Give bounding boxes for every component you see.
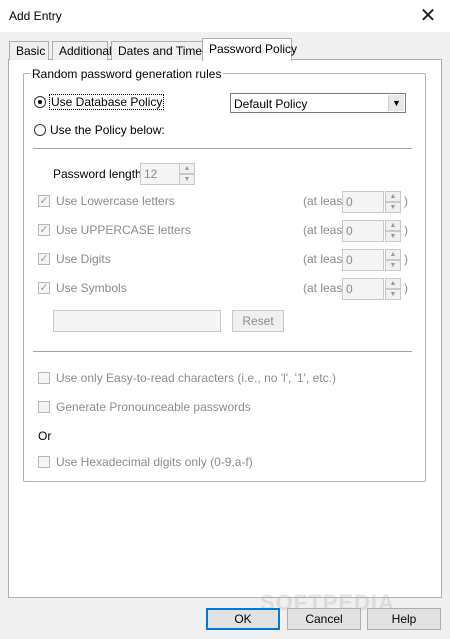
symbols-min-input[interactable]: 0 xyxy=(342,278,384,300)
password-length-value: 12 xyxy=(144,167,158,181)
use-policy-below-radio[interactable] xyxy=(34,124,46,136)
lowercase-min-spinner[interactable]: ▲ ▼ xyxy=(385,191,401,213)
digits-checkbox[interactable]: ✓ xyxy=(38,253,50,265)
help-button[interactable]: Help xyxy=(367,608,441,630)
close-paren: ) xyxy=(404,223,408,237)
close-paren: ) xyxy=(404,281,408,295)
separator xyxy=(33,148,412,150)
tab-password-policy[interactable]: Password Policy xyxy=(202,38,297,61)
uppercase-min-input[interactable]: 0 xyxy=(342,220,384,242)
password-length-spinner[interactable]: ▲ ▼ xyxy=(179,163,195,185)
close-paren: ) xyxy=(404,252,408,266)
lowercase-min-input[interactable]: 0 xyxy=(342,191,384,213)
or-label: Or xyxy=(38,429,52,443)
tab-label: Basic xyxy=(16,44,46,58)
tab-dates-and-times[interactable]: Dates and Times xyxy=(111,41,208,60)
use-policy-below-label[interactable]: Use the Policy below: xyxy=(50,123,165,137)
spin-up-icon[interactable]: ▲ xyxy=(179,163,195,174)
tab-additional[interactable]: Additional xyxy=(52,41,112,60)
policy-select-value: Default Policy xyxy=(234,97,308,111)
ok-button[interactable]: OK xyxy=(206,608,280,630)
password-length-input[interactable]: 12 xyxy=(140,163,180,185)
use-db-policy-text: Use Database Policy xyxy=(48,94,165,110)
tab-label: Dates and Times xyxy=(118,44,209,58)
separator xyxy=(33,351,412,353)
close-icon[interactable]: ✕ xyxy=(416,3,440,28)
hex-only-label: Use Hexadecimal digits only (0-9,a-f) xyxy=(56,455,253,469)
at-least-label: (at least xyxy=(303,281,346,295)
digits-min-value: 0 xyxy=(346,253,353,267)
tab-label: Additional xyxy=(59,44,112,58)
pronounceable-checkbox[interactable] xyxy=(38,401,50,413)
title-bar: Add Entry ✕ xyxy=(0,0,450,32)
hex-only-checkbox[interactable] xyxy=(38,456,50,468)
pronounceable-label: Generate Pronounceable passwords xyxy=(56,400,251,414)
policy-select[interactable]: Default Policy ▼ xyxy=(230,93,406,113)
tab-label: Password Policy xyxy=(209,42,298,56)
symbols-checkbox[interactable]: ✓ xyxy=(38,282,50,294)
symbols-min-spinner[interactable]: ▲ ▼ xyxy=(385,278,401,300)
digits-min-spinner[interactable]: ▲ ▼ xyxy=(385,249,401,271)
spin-down-icon[interactable]: ▼ xyxy=(385,289,401,300)
use-db-policy-label[interactable]: Use Database Policy xyxy=(48,94,165,110)
uppercase-checkbox[interactable]: ✓ xyxy=(38,224,50,236)
uppercase-label: Use UPPERCASE letters xyxy=(56,223,191,237)
at-least-label: (at least xyxy=(303,252,346,266)
spin-up-icon[interactable]: ▲ xyxy=(385,220,401,231)
lowercase-label: Use Lowercase letters xyxy=(56,194,175,208)
spin-up-icon[interactable]: ▲ xyxy=(385,278,401,289)
at-least-label: (at least xyxy=(303,194,346,208)
close-paren: ) xyxy=(404,194,408,208)
group-label: Random password generation rules xyxy=(30,67,224,81)
window-title: Add Entry xyxy=(9,9,62,23)
digits-min-input[interactable]: 0 xyxy=(342,249,384,271)
reset-button[interactable]: Reset xyxy=(232,310,284,332)
symbols-min-value: 0 xyxy=(346,282,353,296)
tab-basic[interactable]: Basic xyxy=(9,41,49,60)
symbols-input[interactable] xyxy=(53,310,221,332)
cancel-button[interactable]: Cancel xyxy=(287,608,361,630)
easy-to-read-checkbox[interactable] xyxy=(38,372,50,384)
digits-label: Use Digits xyxy=(56,252,111,266)
spin-down-icon[interactable]: ▼ xyxy=(385,231,401,242)
spin-down-icon[interactable]: ▼ xyxy=(179,174,195,185)
spin-down-icon[interactable]: ▼ xyxy=(385,202,401,213)
easy-to-read-label: Use only Easy-to-read characters (i.e., … xyxy=(56,371,336,385)
password-length-label: Password length: xyxy=(53,167,146,181)
use-db-policy-radio[interactable] xyxy=(34,96,46,108)
spin-up-icon[interactable]: ▲ xyxy=(385,249,401,260)
at-least-label: (at least xyxy=(303,223,346,237)
lowercase-checkbox[interactable]: ✓ xyxy=(38,195,50,207)
uppercase-min-spinner[interactable]: ▲ ▼ xyxy=(385,220,401,242)
chevron-down-icon[interactable]: ▼ xyxy=(388,95,404,111)
uppercase-min-value: 0 xyxy=(346,224,353,238)
spin-up-icon[interactable]: ▲ xyxy=(385,191,401,202)
symbols-label: Use Symbols xyxy=(56,281,127,295)
lowercase-min-value: 0 xyxy=(346,195,353,209)
spin-down-icon[interactable]: ▼ xyxy=(385,260,401,271)
